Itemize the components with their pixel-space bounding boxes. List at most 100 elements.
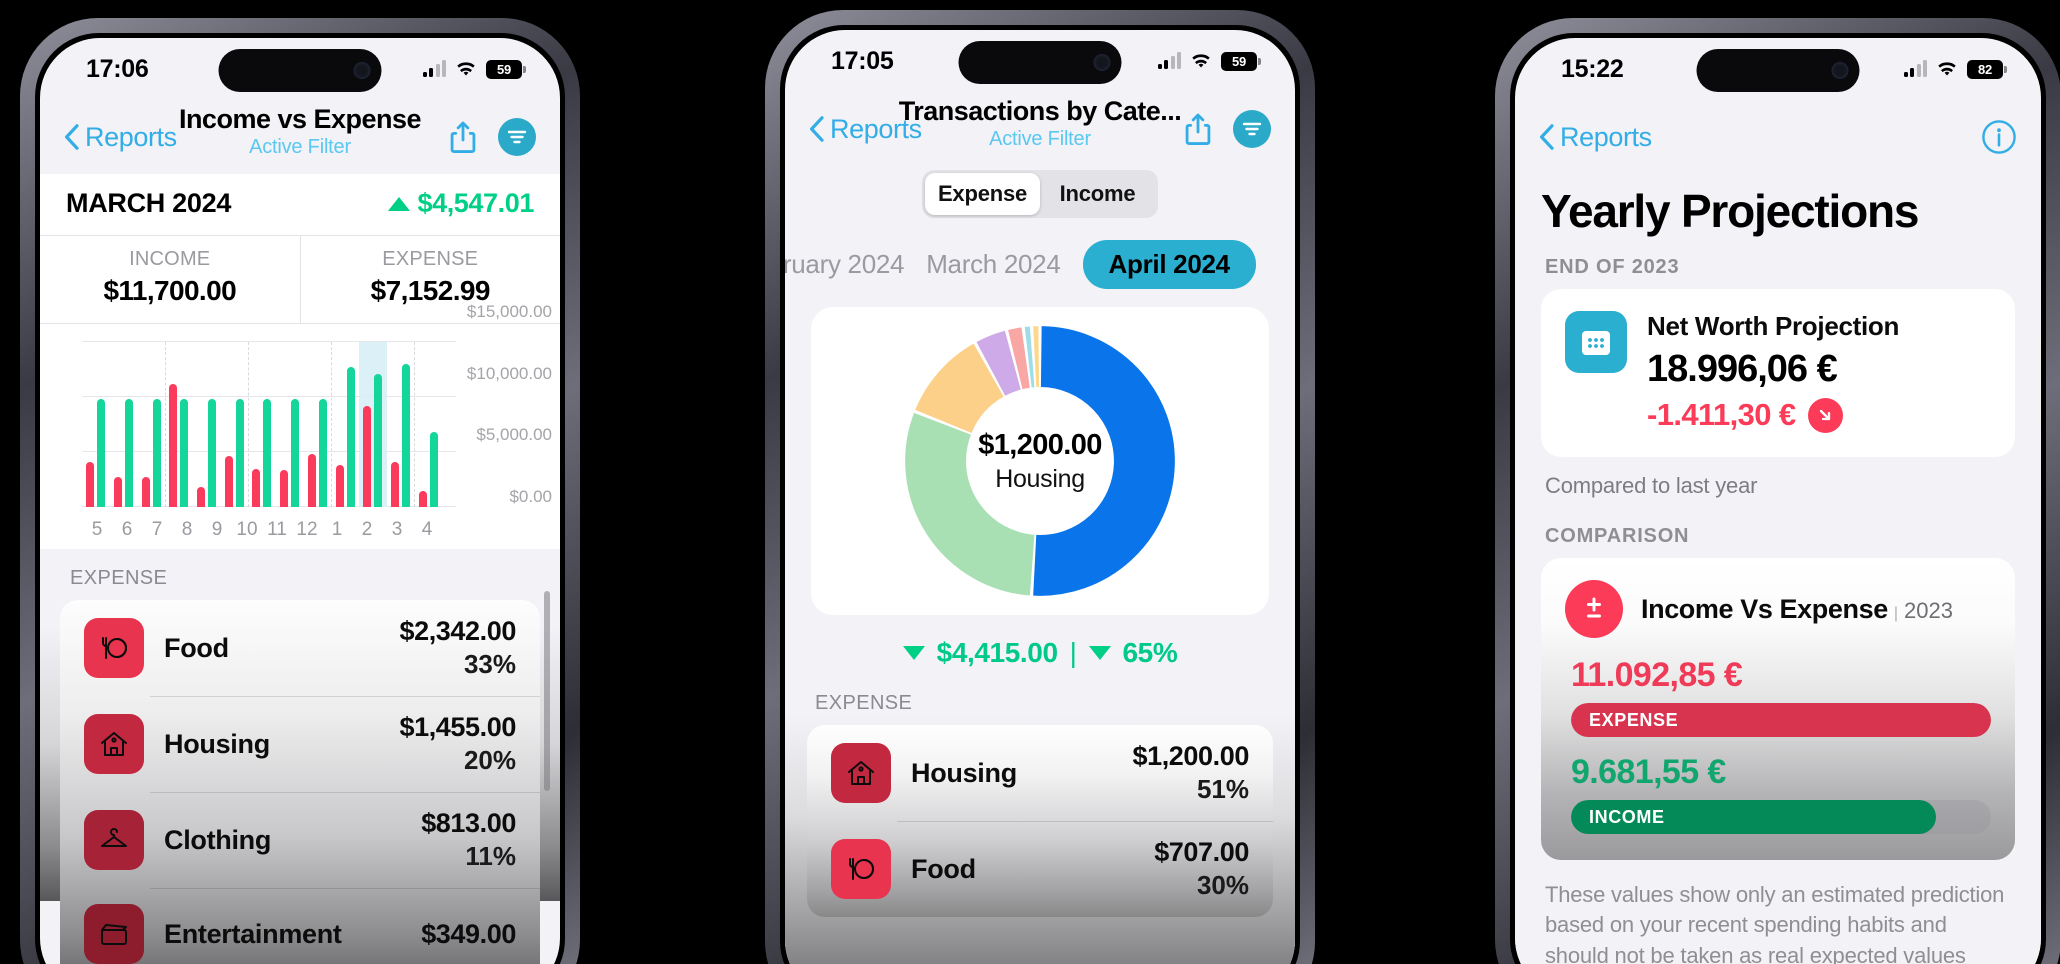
net-delta-value: $4,547.01 — [417, 188, 534, 218]
category-row[interactable]: Housing $1,455.00 20% — [60, 696, 540, 792]
house-icon — [831, 743, 891, 803]
category-row[interactable]: Entertainment $349.00 — [60, 888, 540, 964]
battery-indicator: 59 — [486, 59, 526, 79]
battery-level: 82 — [1977, 61, 1993, 77]
category-name: Food — [911, 853, 976, 884]
phone-1-screen: 17:06 59 Reports Income vs Expense Activ… — [40, 38, 560, 964]
calendar-icon — [1565, 311, 1627, 373]
income-value: $11,700.00 — [103, 275, 237, 306]
income-expense-bar-chart[interactable]: $0.00 $5,000.00 $10,000.00 $15,000.00 56789… — [40, 302, 560, 549]
expense-amount: 11.092,85 € — [1571, 656, 1743, 694]
phone-1-frame: 17:06 59 Reports Income vs Expense Activ… — [20, 18, 580, 964]
expense-income-segmented-control[interactable]: Expense Income — [922, 170, 1158, 218]
bar-group[interactable] — [304, 342, 332, 507]
income-bar — [235, 399, 244, 507]
expense-bar — [141, 477, 150, 507]
month-selector[interactable]: February 2024 March 2024 April 2024 — [785, 218, 1295, 307]
donut-slice-clothing[interactable] — [915, 343, 1005, 434]
category-row[interactable]: Housing $1,200.00 51% — [807, 725, 1273, 821]
chevron-left-icon — [65, 124, 79, 150]
expense-bar — [224, 456, 233, 507]
expense-bar — [252, 468, 261, 507]
bar-group[interactable] — [276, 342, 304, 507]
category-row[interactable]: Food $2,342.00 33% — [60, 600, 540, 696]
bar-group[interactable] — [110, 342, 138, 507]
expense-caption: EXPENSE — [382, 248, 479, 270]
section-label-end-of-year: END OF 2023 — [1545, 256, 1680, 278]
section-label-comparison: COMPARISON — [1545, 525, 1690, 547]
income-bar — [374, 373, 383, 507]
filter-icon[interactable] — [498, 118, 536, 156]
info-circle-icon[interactable] — [1981, 119, 2017, 155]
expense-bar — [114, 477, 123, 507]
bar-group[interactable] — [331, 342, 359, 507]
category-amount: $1,200.00 — [1132, 741, 1249, 771]
expense-bar — [197, 487, 206, 507]
income-bar — [180, 399, 189, 507]
share-icon[interactable] — [448, 120, 478, 154]
x-axis-label: 7 — [151, 519, 163, 540]
expense-bar-track: EXPENSE — [1571, 703, 1991, 737]
filter-icon[interactable] — [1233, 110, 1271, 148]
net-worth-projection-card[interactable]: Net Worth Projection 18.996,06 € -1.411,… — [1541, 289, 2015, 457]
donut-slice-health[interactable] — [1008, 327, 1031, 390]
chevron-left-icon — [810, 116, 824, 142]
back-button[interactable]: Reports — [809, 114, 922, 145]
income-vs-expense-card[interactable]: Income Vs Expense | 2023 11.092,85 € EXPEN… — [1541, 558, 2015, 860]
back-button[interactable]: Reports — [1539, 122, 1652, 153]
bar-group[interactable] — [137, 342, 165, 507]
income-bar — [346, 367, 355, 507]
x-axis-label: 3 — [391, 519, 403, 540]
bar-group[interactable] — [359, 342, 387, 507]
income-amount: 9.681,55 € — [1571, 753, 1726, 791]
house-icon — [84, 714, 144, 774]
month-option-february[interactable]: February 2024 — [785, 249, 905, 280]
y-axis-label: $15,000.00 — [466, 302, 552, 321]
bar-group[interactable] — [193, 342, 221, 507]
segment-income[interactable]: Income — [1040, 173, 1155, 215]
battery-level: 59 — [1231, 53, 1247, 69]
bar-group[interactable] — [165, 342, 193, 507]
comparison-year: 2023 — [1903, 597, 1953, 623]
expense-list-section: EXPENSE Housing $1,200.00 51% Food $707.00 30… — [785, 670, 1295, 964]
bar-group[interactable] — [414, 342, 442, 507]
chart-bars — [82, 342, 442, 507]
income-bar — [318, 399, 327, 507]
wifi-icon — [457, 61, 475, 76]
back-button[interactable]: Reports — [64, 122, 177, 153]
bar-group[interactable] — [248, 342, 276, 507]
category-list: Food $2,342.00 33% Housing $1,455.00 20% Cloth… — [60, 600, 540, 964]
front-camera-icon — [1093, 54, 1111, 71]
share-icon[interactable] — [1183, 112, 1213, 146]
status-time: 15:22 — [1561, 54, 1624, 83]
arrow-down-right-icon — [1807, 397, 1843, 433]
net-worth-label: Net Worth Projection — [1647, 311, 1900, 341]
expense-list-section: EXPENSE Food $2,342.00 33% Housing $1,455.00… — [40, 549, 560, 964]
front-camera-icon — [1831, 62, 1849, 79]
income-bar-fill: INCOME — [1571, 800, 1937, 834]
category-row[interactable]: Food $707.00 30% — [807, 821, 1273, 917]
category-percent: 30% — [1196, 870, 1249, 900]
category-list: Housing $1,200.00 51% Food $707.00 30% — [807, 725, 1273, 917]
bar-group[interactable] — [220, 342, 248, 507]
chart-y-axis: $0.00 $5,000.00 $10,000.00 $15,000.00 — [440, 302, 552, 517]
category-percent: 11% — [465, 841, 516, 871]
donut-slice-entertainment[interactable] — [976, 330, 1022, 397]
bar-group[interactable] — [82, 342, 110, 507]
month-option-april[interactable]: April 2024 — [1082, 240, 1256, 289]
scrollbar[interactable] — [544, 591, 550, 791]
phone-3-screen: 15:22 82 Reports Yearly Projections END … — [1515, 38, 2041, 964]
category-donut-chart[interactable]: $1,200.00 Housing — [811, 307, 1269, 615]
expense-bar-label: EXPENSE — [1589, 709, 1679, 730]
net-delta: $4,547.01 — [388, 188, 534, 219]
category-percent: 51% — [1196, 774, 1249, 804]
category-row[interactable]: Clothing $813.00 11% — [60, 792, 540, 888]
phone-2-screen: 17:05 59 Reports Transactions by Cate...… — [785, 30, 1295, 964]
segment-expense[interactable]: Expense — [925, 173, 1040, 215]
x-axis-label: 12 — [296, 519, 318, 540]
battery-indicator: 59 — [1221, 51, 1261, 71]
bar-group[interactable] — [387, 342, 415, 507]
month-option-march[interactable]: March 2024 — [926, 249, 1061, 280]
cellular-bars-icon — [422, 60, 446, 77]
dynamic-island — [218, 49, 382, 92]
